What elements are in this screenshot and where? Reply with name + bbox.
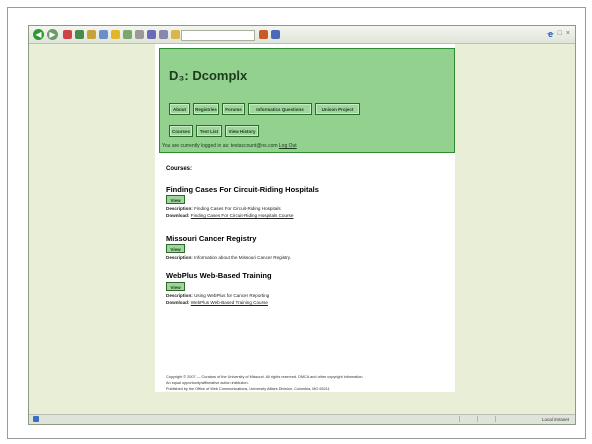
description-text: Using WebPlus for Cancer Reporting (194, 293, 270, 298)
history-icon[interactable] (123, 30, 132, 39)
security-zone: Local intranet (541, 417, 569, 422)
slide-frame: ◀ ▶ e — □ × D₃: Dcomplx About Registries (7, 7, 586, 439)
view-button[interactable]: View (166, 244, 185, 253)
course-title: WebPlus Web-Based Training (166, 271, 272, 280)
course-download: Download: WebPlus Web-Based Training Cou… (166, 300, 268, 305)
login-status: You are currently logged in as: testacco… (162, 143, 297, 149)
view-button[interactable]: View (166, 282, 185, 291)
site-footer: Copyright © 2007 — Curators of the Unive… (166, 374, 456, 392)
login-status-text: You are currently logged in as: testacco… (162, 143, 278, 149)
site-logo[interactable]: D₃: Dcomplx (169, 68, 247, 83)
page-icon (33, 416, 39, 422)
forward-arrow-icon[interactable]: ▶ (47, 29, 58, 40)
folder-icon[interactable] (171, 30, 180, 39)
description-label: Description: (166, 206, 193, 211)
address-bar[interactable] (181, 30, 255, 41)
back-arrow-icon[interactable]: ◀ (33, 29, 44, 40)
status-bar: Local intranet (29, 414, 575, 424)
description-text: Information about the Missouri Cancer Re… (194, 255, 292, 260)
nav-informatics-questions-button[interactable]: Informatics Questions (248, 103, 312, 115)
status-segment (495, 416, 512, 422)
description-label: Description: (166, 293, 193, 298)
browser-window: ◀ ▶ e — □ × D₃: Dcomplx About Registries (28, 25, 576, 425)
nav-unison-project-button[interactable]: Unison Project (315, 103, 360, 115)
home-icon[interactable] (87, 30, 96, 39)
course-description: Description: Information about the Misso… (166, 255, 291, 260)
nav-test-list-button[interactable]: Test List (196, 125, 222, 137)
messenger-icon[interactable] (259, 30, 268, 39)
nav-about-button[interactable]: About (169, 103, 190, 115)
print-icon[interactable] (147, 30, 156, 39)
stop-icon[interactable] (63, 30, 72, 39)
description-text: Finding Cases For Circuit-Riding Hospita… (194, 206, 281, 211)
course-title: Missouri Cancer Registry (166, 234, 257, 243)
nav-registries-button[interactable]: Registries (193, 103, 219, 115)
status-segment (459, 416, 476, 422)
refresh-icon[interactable] (75, 30, 84, 39)
favorites-star-icon[interactable] (111, 30, 120, 39)
nav-forums-button[interactable]: Forums (222, 103, 245, 115)
logout-link[interactable]: Log Out (279, 143, 297, 149)
site-header: D₃: Dcomplx About Registries Forums Info… (159, 48, 455, 153)
status-segment (477, 416, 494, 422)
web-page: D₃: Dcomplx About Registries Forums Info… (155, 44, 455, 392)
download-link[interactable]: Finding Cases For Circuit-Riding Hospita… (191, 213, 294, 218)
footer-published-by: Published by the Office of Web Communica… (166, 387, 330, 391)
edit-icon[interactable] (159, 30, 168, 39)
nav-view-history-button[interactable]: View History (225, 125, 259, 137)
course-description: Description: Using WebPlus for Cancer Re… (166, 293, 269, 298)
description-label: Description: (166, 255, 193, 260)
links-icon[interactable] (271, 30, 280, 39)
search-icon[interactable] (99, 30, 108, 39)
view-button[interactable]: View (166, 195, 185, 204)
browser-toolbar: ◀ ▶ e — □ × (29, 26, 575, 44)
mail-icon[interactable] (135, 30, 144, 39)
download-label: Download: (166, 213, 190, 218)
nav-courses-button[interactable]: Courses (169, 125, 193, 137)
download-label: Download: (166, 300, 190, 305)
courses-heading: Courses: (166, 166, 193, 172)
window-controls[interactable]: — □ × (547, 30, 571, 37)
course-title: Finding Cases For Circuit-Riding Hospita… (166, 185, 319, 194)
course-download: Download: Finding Cases For Circuit-Ridi… (166, 213, 293, 218)
download-link[interactable]: WebPlus Web-Based Training Course (191, 300, 268, 305)
course-description: Description: Finding Cases For Circuit-R… (166, 206, 281, 211)
